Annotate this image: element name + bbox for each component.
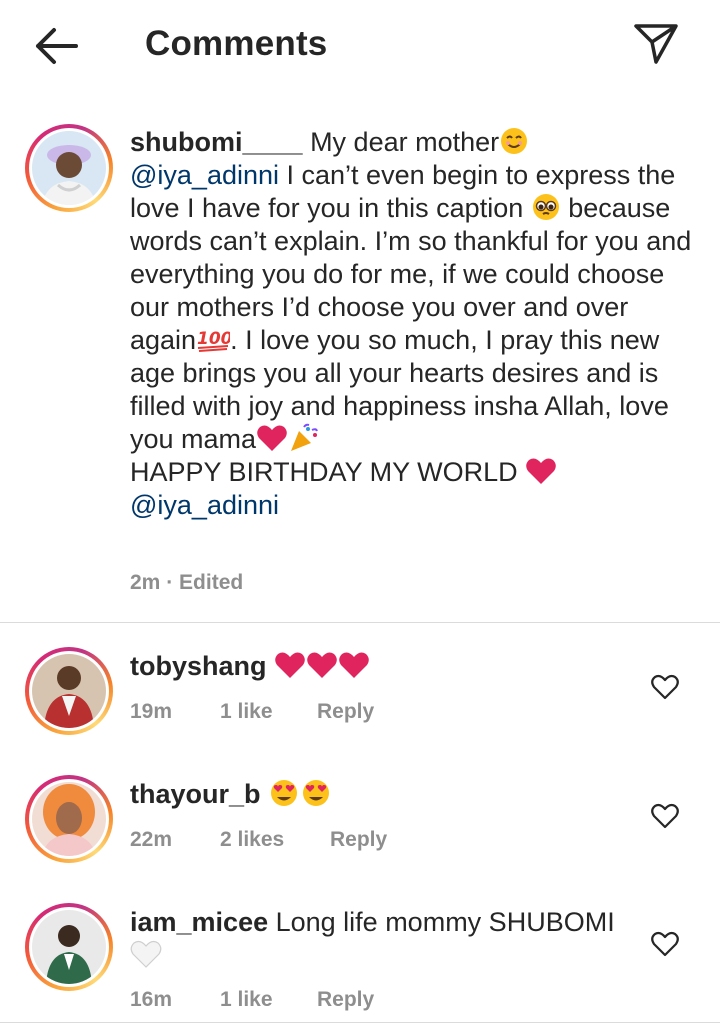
page-title: Comments bbox=[145, 24, 328, 63]
profile-photo-icon bbox=[32, 910, 106, 984]
like-button[interactable] bbox=[651, 803, 679, 829]
heart-eyes-icon bbox=[300, 779, 332, 809]
reply-button[interactable]: Reply bbox=[317, 988, 374, 1012]
comment-avatar[interactable] bbox=[25, 903, 113, 991]
share-button[interactable] bbox=[632, 22, 680, 66]
caption-time: 2m bbox=[130, 571, 161, 594]
caption-avatar[interactable] bbox=[25, 124, 113, 212]
profile-photo-icon bbox=[32, 654, 106, 728]
pleading-face-icon bbox=[531, 193, 561, 223]
arrow-left-icon bbox=[36, 28, 78, 64]
comment-avatar[interactable] bbox=[25, 775, 113, 863]
caption-meta: 2m · Edited bbox=[130, 571, 243, 595]
comment-time: 16m bbox=[130, 988, 173, 1011]
comment-likes[interactable]: 1 like bbox=[220, 700, 273, 724]
reply-button[interactable]: Reply bbox=[317, 700, 374, 724]
divider bbox=[0, 1022, 720, 1023]
white-heart-icon bbox=[130, 940, 162, 970]
caption-username[interactable]: shubomi____ bbox=[130, 127, 303, 157]
profile-photo-icon bbox=[32, 782, 106, 856]
comment-avatar[interactable] bbox=[25, 647, 113, 735]
comment-likes[interactable]: 1 like bbox=[220, 988, 273, 1012]
comment-username[interactable]: tobyshang bbox=[130, 651, 267, 681]
edited-label: Edited bbox=[179, 571, 244, 594]
header-bar: Comments bbox=[0, 0, 720, 90]
caption-text: shubomi____ My dear mother @iya_adinni I… bbox=[130, 126, 700, 522]
heart-outline-icon bbox=[651, 803, 679, 829]
meta-separator: · bbox=[166, 571, 174, 594]
red-heart-icon bbox=[274, 651, 306, 681]
red-heart-icon bbox=[306, 651, 338, 681]
comment-text: iam_micee Long life mommy SHUBOMI bbox=[130, 906, 630, 972]
smiling-face-icon bbox=[499, 127, 529, 157]
mention-link[interactable]: @iya_adinni bbox=[130, 490, 279, 520]
reply-button[interactable]: Reply bbox=[330, 828, 387, 852]
comment-time: 22m bbox=[130, 828, 173, 851]
paper-plane-icon bbox=[634, 24, 678, 64]
heart-outline-icon bbox=[651, 931, 679, 957]
comment-username[interactable]: thayour_b bbox=[130, 779, 261, 809]
red-heart-icon bbox=[256, 424, 288, 454]
red-heart-icon bbox=[525, 457, 557, 487]
profile-photo-icon bbox=[32, 131, 106, 205]
red-heart-icon bbox=[338, 651, 370, 681]
comment-username[interactable]: iam_micee bbox=[130, 907, 268, 937]
caption-line: My dear mother bbox=[302, 127, 500, 157]
comment-body: Long life mommy SHUBOMI bbox=[268, 907, 615, 937]
like-button[interactable] bbox=[651, 674, 679, 700]
comment-text: tobyshang bbox=[130, 650, 630, 683]
hundred-points-icon: 100 bbox=[196, 325, 233, 355]
like-button[interactable] bbox=[651, 931, 679, 957]
comment-time: 19m bbox=[130, 700, 173, 723]
party-popper-icon bbox=[288, 423, 320, 454]
back-button[interactable] bbox=[32, 26, 80, 66]
caption-line: HAPPY BIRTHDAY MY WORLD bbox=[130, 457, 526, 487]
heart-outline-icon bbox=[651, 674, 679, 700]
heart-eyes-icon bbox=[268, 779, 300, 809]
comment-text: thayour_b bbox=[130, 778, 630, 811]
comment-likes[interactable]: 2 likes bbox=[220, 828, 284, 852]
divider bbox=[0, 622, 720, 623]
mention-link[interactable]: @iya_adinni bbox=[130, 160, 279, 190]
